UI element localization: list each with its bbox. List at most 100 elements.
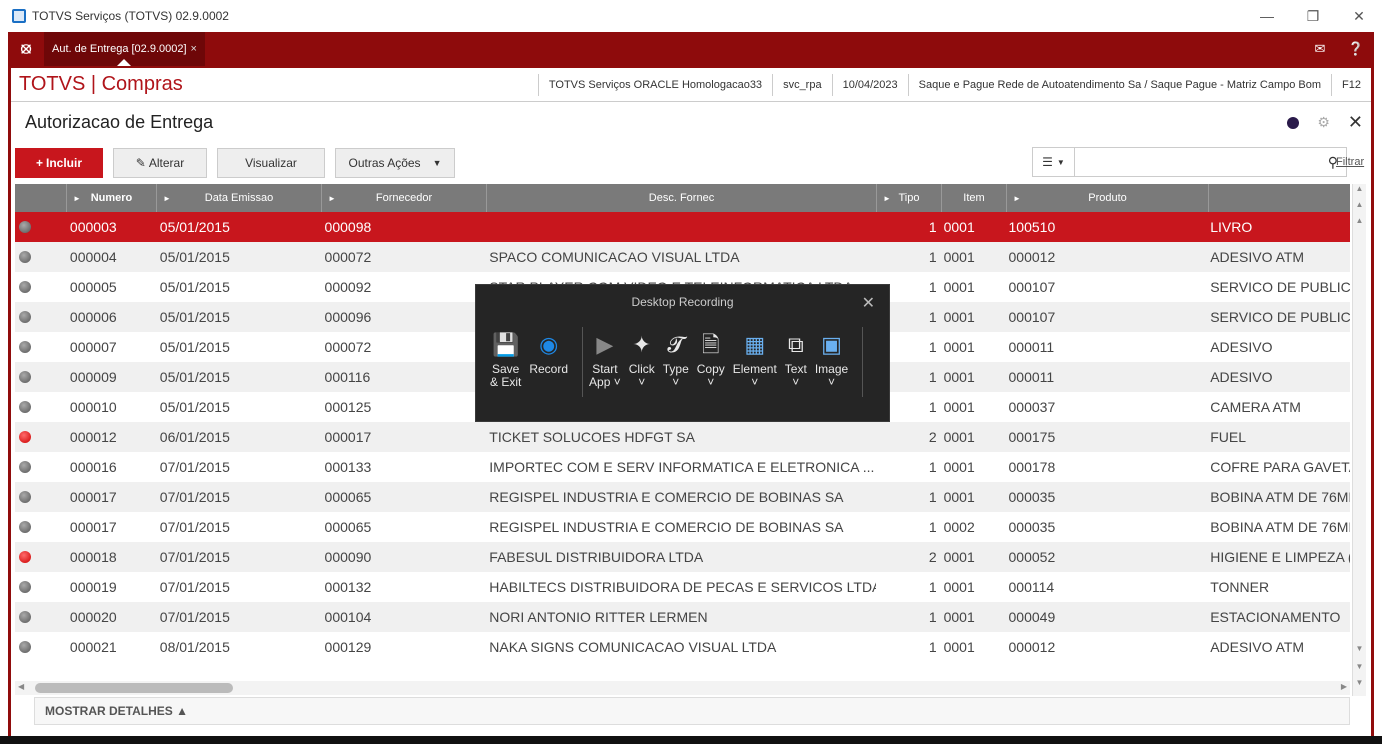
- data-grid: ► Numero ► Data Emissao ► Fornecedor Desc. …: [15, 184, 1350, 674]
- fornecedor-cell: 000098: [324, 219, 372, 235]
- status-cell: [15, 551, 67, 563]
- filtrar-link[interactable]: Filtrar: [1336, 156, 1364, 168]
- alterar-button[interactable]: ✎ Alterar: [113, 148, 207, 178]
- table-row[interactable]: 000003 05/01/2015 000098 1 0001 100510 LIVRO: [15, 212, 1350, 242]
- horizontal-scrollbar[interactable]: ◀ ▶: [15, 681, 1350, 695]
- page-title: Autorizacao de Entrega: [25, 111, 214, 132]
- numero-cell: 000007: [69, 339, 117, 355]
- desc-produto-cell: BOBINA ATM DE 76MM: [1210, 489, 1350, 505]
- table-row[interactable]: 000016 07/01/2015 000133 IMPORTEC COM E SER…: [15, 452, 1350, 482]
- status-led-icon: [19, 431, 31, 443]
- col-status[interactable]: [15, 184, 67, 212]
- table-row[interactable]: 000019 07/01/2015 000132 HABILTECS DISTRIBU…: [15, 572, 1350, 602]
- col-produto[interactable]: ► Produto: [1007, 184, 1209, 212]
- scroll-top-icon[interactable]: ▲: [1353, 184, 1366, 200]
- table-row[interactable]: 000018 07/01/2015 000090 FABESUL DISTRIBUID…: [15, 542, 1350, 572]
- numero-cell: 000012: [69, 429, 117, 445]
- item-cell: 0001: [943, 609, 975, 625]
- recording-tool-copy[interactable]: 🗎 Copy ˅: [697, 327, 725, 397]
- desc-fornec-cell: TICKET SOLUCOES HDFGT SA: [489, 429, 695, 445]
- status-cell: [15, 401, 67, 413]
- minimize-icon[interactable]: —: [1244, 0, 1290, 32]
- scroll-bottom-icon[interactable]: ▼: [1353, 678, 1366, 694]
- table-row[interactable]: 000021 08/01/2015 000129 NAKA SIGNS COMUNIC…: [15, 632, 1350, 662]
- fornecedor-cell: 000096: [324, 309, 372, 325]
- scroll-up-icon[interactable]: ▲: [1353, 216, 1366, 232]
- maximize-icon[interactable]: ❐: [1290, 0, 1336, 32]
- recording-tool-text[interactable]: ⧉ Text ˅: [785, 327, 807, 397]
- date-label[interactable]: 10/04/2023: [831, 74, 908, 96]
- table-row[interactable]: 000017 07/01/2015 000065 REGISPEL INDUSTRIA…: [15, 512, 1350, 542]
- recording-tool-type[interactable]: 𝓣 Type ˅: [663, 327, 689, 397]
- numero-cell: 000009: [69, 369, 117, 385]
- visualizar-button[interactable]: Visualizar: [217, 148, 325, 178]
- status-led-icon: [19, 581, 31, 593]
- scroll-right-icon[interactable]: ▶: [1341, 682, 1347, 691]
- produto-cell: 000178: [1008, 459, 1056, 475]
- user-label[interactable]: svc_rpa: [772, 74, 832, 96]
- recording-tool-save[interactable]: 💾 Save & Exit: [490, 327, 521, 397]
- scroll-pageup-icon[interactable]: ▲: [1353, 200, 1366, 216]
- table-row[interactable]: 000012 06/01/2015 000017 TICKET SOLUCOES HD…: [15, 422, 1350, 452]
- close-icon[interactable]: ✕: [1336, 0, 1382, 32]
- mail-icon[interactable]: ✉: [1302, 32, 1338, 66]
- tipo-cell: 1: [928, 459, 937, 475]
- desktop-recording-panel: Desktop Recording ✕ 💾 Save & Exit ◉ Record ▶ S…: [475, 284, 890, 422]
- start-app-icon: ▶: [596, 331, 614, 357]
- recording-tool-click[interactable]: ✦ Click ˅: [629, 327, 655, 397]
- fornecedor-cell: 000133: [324, 459, 372, 475]
- recording-tool-element[interactable]: ▦ Element ˅: [733, 327, 777, 397]
- tab-aut-entrega[interactable]: Aut. de Entrega [02.9.0002] ×: [44, 32, 205, 66]
- item-cell: 0001: [943, 369, 975, 385]
- scroll-down-icon[interactable]: ▼: [1353, 644, 1366, 660]
- shortcut-label[interactable]: F12: [1331, 74, 1371, 96]
- data-emissao-cell: 07/01/2015: [159, 489, 230, 505]
- column-selector[interactable]: ☰ ▼: [1032, 147, 1074, 177]
- vertical-scrollbar[interactable]: ▲ ▲ ▲ ▼ ▼ ▼: [1352, 184, 1366, 696]
- environment-label[interactable]: TOTVS Serviços ORACLE Homologacao33: [537, 74, 772, 96]
- col-data-emissao[interactable]: ► Data Emissao: [157, 184, 322, 212]
- element-icon: ▦: [744, 331, 766, 357]
- fornecedor-cell: 000072: [324, 339, 372, 355]
- recording-tool-record[interactable]: ◉ Record: [529, 327, 568, 397]
- scroll-left-icon[interactable]: ◀: [18, 682, 24, 691]
- tool-sublabel: ˅: [792, 375, 800, 389]
- recording-tool-start-app[interactable]: ▶ Start App ˅: [589, 327, 621, 397]
- mostrar-detalhes-button[interactable]: MOSTRAR DETALHES ▲: [34, 697, 1350, 725]
- recording-tool-image[interactable]: ▣ Image ˅: [815, 327, 848, 397]
- col-tipo[interactable]: ► Tipo: [877, 184, 942, 212]
- status-led-icon: [19, 251, 31, 263]
- produto-cell: 000012: [1008, 249, 1056, 265]
- company-label[interactable]: Saque e Pague Rede de Autoatendimento Sa…: [907, 74, 1331, 96]
- tab-close-icon[interactable]: ×: [191, 43, 197, 55]
- close-page-icon[interactable]: ✕: [1348, 112, 1363, 133]
- status-icon[interactable]: [1287, 116, 1300, 129]
- tool-sublabel: ˅: [638, 375, 646, 389]
- table-row[interactable]: 000020 07/01/2015 000104 NORI ANTONIO RITTE…: [15, 602, 1350, 632]
- image-icon: ▣: [821, 331, 842, 357]
- tab-label: Aut. de Entrega [02.9.0002]: [52, 43, 187, 55]
- desc-produto-cell: SERVICO DE PUBLICI: [1210, 309, 1350, 325]
- scroll-thumb[interactable]: [35, 683, 233, 693]
- window-titlebar: TOTVS Serviços (TOTVS) 02.9.0002 — ❐ ✕: [0, 0, 1382, 32]
- col-item[interactable]: Item: [942, 184, 1007, 212]
- home-icon[interactable]: ⦻: [8, 32, 44, 66]
- outras-acoes-button[interactable]: Outras Ações ▼: [335, 148, 455, 178]
- settings-icon[interactable]: ⚙: [1317, 114, 1330, 131]
- table-row[interactable]: 000004 05/01/2015 000072 SPACO COMUNICACAO …: [15, 242, 1350, 272]
- col-desc-fornec[interactable]: Desc. Fornec: [487, 184, 877, 212]
- scroll-pagedown-icon[interactable]: ▼: [1353, 662, 1366, 678]
- status-led-icon: [19, 221, 31, 233]
- item-cell: 0001: [943, 279, 975, 295]
- col-fornecedor[interactable]: ► Fornecedor: [322, 184, 487, 212]
- help-icon[interactable]: ❔: [1338, 32, 1374, 66]
- col-numero[interactable]: ► Numero: [67, 184, 157, 212]
- recording-close-icon[interactable]: ✕: [862, 293, 875, 313]
- table-row[interactable]: 000017 07/01/2015 000065 REGISPEL INDUSTRIA…: [15, 482, 1350, 512]
- status-cell: [15, 611, 67, 623]
- incluir-button[interactable]: + Incluir: [15, 148, 103, 178]
- status-cell: [15, 461, 67, 473]
- col-desc-produto[interactable]: [1209, 184, 1350, 212]
- desc-produto-cell: BOBINA ATM DE 76MM: [1210, 519, 1350, 535]
- search-input[interactable]: ⚲: [1074, 147, 1347, 177]
